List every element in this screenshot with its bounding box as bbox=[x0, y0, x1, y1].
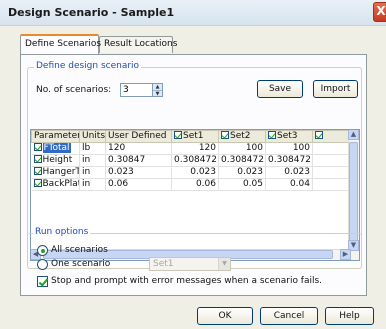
user-defined-cell[interactable]: 0.06 bbox=[105, 178, 172, 191]
column-header-set1[interactable]: Set1 bbox=[171, 130, 219, 143]
scroll-up-icon[interactable]: ▲ bbox=[348, 130, 359, 140]
one-scenario-select[interactable]: Set1 ▼ bbox=[149, 257, 231, 271]
units-cell[interactable]: in bbox=[79, 166, 106, 179]
import-button[interactable]: Import bbox=[313, 80, 358, 98]
scenarios-count-input[interactable] bbox=[120, 83, 153, 97]
table-row[interactable]: BackPlate in 0.06 0.06 0.05 0.04 bbox=[31, 178, 359, 191]
column-header-set3[interactable]: Set3 bbox=[265, 130, 313, 143]
set2-cell[interactable]: 100 bbox=[218, 142, 266, 155]
stepper-down-icon[interactable]: ▼ bbox=[153, 90, 162, 97]
set3-cell[interactable]: 0.023 bbox=[265, 166, 313, 179]
set1-cell[interactable]: 0.308472 bbox=[171, 154, 219, 167]
design-scenario-group-title: Define design scenario bbox=[34, 61, 142, 71]
set3-cell[interactable]: 0.308472 bbox=[265, 154, 313, 167]
set1-cell[interactable]: 0.023 bbox=[171, 166, 219, 179]
stop-on-error-label[interactable]: Stop and prompt with error messages when… bbox=[51, 276, 322, 286]
vertical-scroll-thumb[interactable] bbox=[349, 142, 358, 242]
user-defined-cell[interactable]: 0.30847 bbox=[105, 154, 172, 167]
ok-button[interactable]: OK bbox=[197, 307, 253, 325]
column-header-set2[interactable]: Set2 bbox=[218, 130, 266, 143]
param-name-cell[interactable]: HangerTl bbox=[31, 166, 80, 179]
close-button[interactable]: X bbox=[373, 2, 386, 22]
units-cell[interactable]: in bbox=[79, 154, 106, 167]
stop-on-error-checkbox[interactable] bbox=[37, 276, 48, 287]
table-header-row: Parameters Units User Defined Set1 Set2 … bbox=[31, 130, 359, 143]
help-button[interactable]: Help bbox=[325, 307, 374, 325]
units-cell[interactable]: in bbox=[79, 178, 106, 191]
all-scenarios-label[interactable]: All scenarios bbox=[51, 245, 108, 255]
window-title: Design Scenario - Sample1 bbox=[8, 6, 175, 19]
set3-checkbox-icon[interactable] bbox=[268, 131, 276, 139]
row-checkbox-icon[interactable] bbox=[33, 155, 42, 163]
cancel-button[interactable]: Cancel bbox=[260, 307, 318, 325]
scenarios-count-label: No. of scenarios: bbox=[36, 85, 112, 95]
row-checkbox-icon[interactable] bbox=[33, 167, 42, 175]
all-scenarios-radio[interactable] bbox=[37, 245, 48, 256]
parameters-table-body: Parameters Units User Defined Set1 Set2 … bbox=[31, 130, 359, 191]
table-row[interactable]: Height in 0.30847 0.308472 0.308472 0.30… bbox=[31, 154, 359, 167]
units-cell[interactable]: lb bbox=[79, 142, 106, 155]
param-name-cell[interactable]: FTotal bbox=[31, 142, 80, 155]
column-header[interactable]: Parameters bbox=[31, 130, 80, 143]
user-defined-cell[interactable]: 0.023 bbox=[105, 166, 172, 179]
column-header[interactable]: Units bbox=[79, 130, 106, 143]
set3-cell[interactable]: 0.04 bbox=[265, 178, 313, 191]
set1-checkbox-icon[interactable] bbox=[174, 131, 182, 139]
param-name-cell[interactable]: BackPlate bbox=[31, 178, 80, 191]
row-checkbox-icon[interactable] bbox=[33, 143, 42, 151]
set4-checkbox-icon[interactable] bbox=[315, 131, 323, 139]
param-name-cell[interactable]: Height bbox=[31, 154, 80, 167]
set3-cell[interactable]: 100 bbox=[265, 142, 313, 155]
table-row[interactable]: HangerTl in 0.023 0.023 0.023 0.023 bbox=[31, 166, 359, 179]
set2-cell[interactable]: 0.023 bbox=[218, 166, 266, 179]
design-scenario-dialog: Design Scenario - Sample1 X Define Scena… bbox=[0, 0, 386, 329]
set2-checkbox-icon[interactable] bbox=[221, 131, 229, 139]
column-header[interactable]: User Defined bbox=[105, 130, 172, 143]
set1-cell[interactable]: 120 bbox=[171, 142, 219, 155]
table-row[interactable]: FTotal lb 120 120 100 100 bbox=[31, 142, 359, 155]
one-scenario-radio[interactable] bbox=[37, 259, 48, 270]
user-defined-cell[interactable]: 120 bbox=[105, 142, 172, 155]
run-options-group-title: Run options bbox=[33, 227, 91, 237]
tab-result-locations[interactable]: Result Locations bbox=[99, 36, 177, 53]
one-scenario-select-value: Set1 bbox=[153, 259, 174, 269]
chevron-down-icon[interactable]: ▼ bbox=[218, 258, 230, 270]
set2-cell[interactable]: 0.05 bbox=[218, 178, 266, 191]
row-checkbox-icon[interactable] bbox=[33, 179, 42, 187]
tab-define-scenarios[interactable]: Define Scenarios bbox=[20, 34, 101, 54]
set2-cell[interactable]: 0.308472 bbox=[218, 154, 266, 167]
set1-cell[interactable]: 0.06 bbox=[171, 178, 219, 191]
scenarios-count-stepper[interactable]: ▲ ▼ bbox=[152, 83, 163, 97]
tab-panel-define-scenarios: Define design scenario No. of scenarios:… bbox=[20, 54, 367, 296]
save-button[interactable]: Save bbox=[257, 80, 303, 98]
one-scenario-label[interactable]: One scenario bbox=[51, 259, 110, 269]
title-bar[interactable]: Design Scenario - Sample1 X bbox=[0, 0, 386, 26]
